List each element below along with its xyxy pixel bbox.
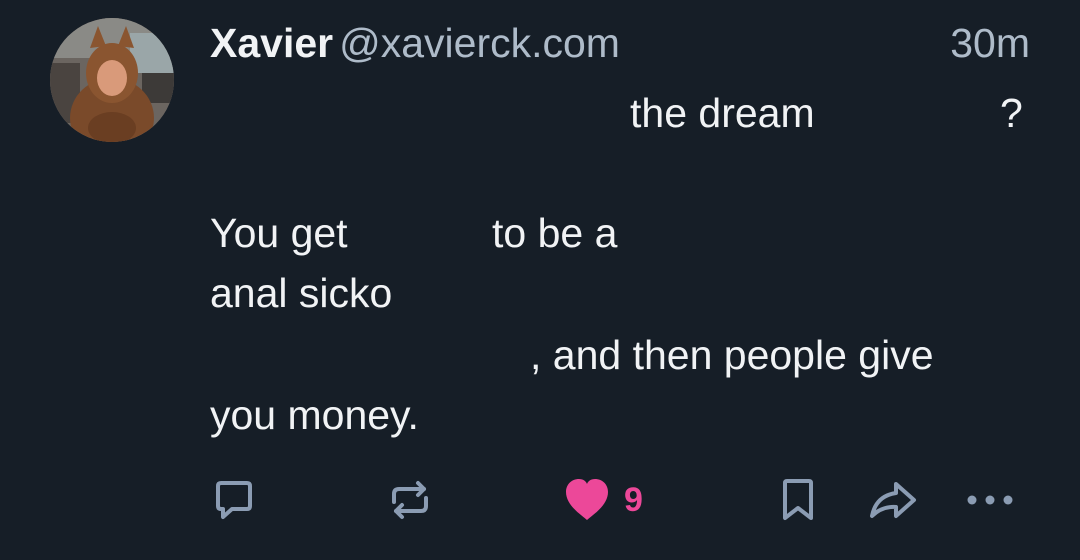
avatar-image [50,18,174,142]
post-timestamp[interactable]: 30m [950,18,1030,68]
post-header: Xavier @xavierck.com [210,18,620,68]
post-text-line1-a: the dream [630,90,815,136]
more-icon [967,495,1013,505]
post[interactable]: Xavier @xavierck.com 30m the dream ? You … [0,0,1080,560]
post-text-line4: , and then people give [530,332,934,378]
post-actions: 9 [0,470,1080,530]
repost-button[interactable] [386,470,434,530]
share-icon [870,482,916,518]
reply-icon [216,481,252,519]
author-display-name[interactable]: Xavier [210,20,333,66]
share-button[interactable] [866,470,920,530]
post-text-line2-b: to be a [492,210,618,256]
post-text-line5: you money. [210,392,419,438]
post-text-line2-a: You get [210,210,348,256]
like-count: 9 [624,480,643,519]
repost-icon [392,481,428,519]
post-text-line3: anal sicko [210,270,393,316]
heart-icon [566,479,608,520]
bookmark-icon [783,479,813,520]
author-handle[interactable]: @xavierck.com [339,20,620,66]
more-button[interactable] [962,470,1026,530]
post-text-line1-b: ? [1000,90,1023,136]
like-button[interactable]: 9 [562,470,643,530]
bookmark-button[interactable] [776,470,820,530]
avatar[interactable] [50,18,174,142]
reply-button[interactable] [210,470,258,530]
